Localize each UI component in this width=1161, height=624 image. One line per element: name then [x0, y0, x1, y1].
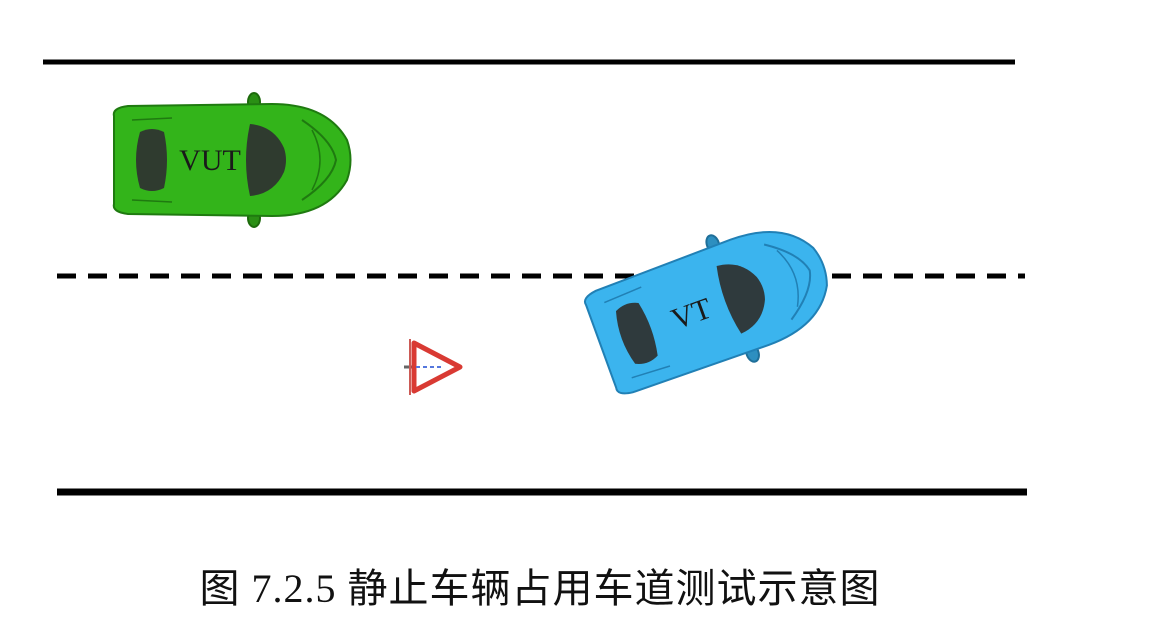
- vut-car: VUT: [112, 92, 352, 228]
- vut-label: VUT: [179, 144, 241, 177]
- figure-caption: 图 7.2.5 静止车辆占用车道测试示意图: [199, 566, 881, 611]
- vt-car: VT: [583, 230, 828, 395]
- warning-triangle-icon: [404, 339, 463, 395]
- road-scene-diagram: VUT VT: [43, 59, 1027, 496]
